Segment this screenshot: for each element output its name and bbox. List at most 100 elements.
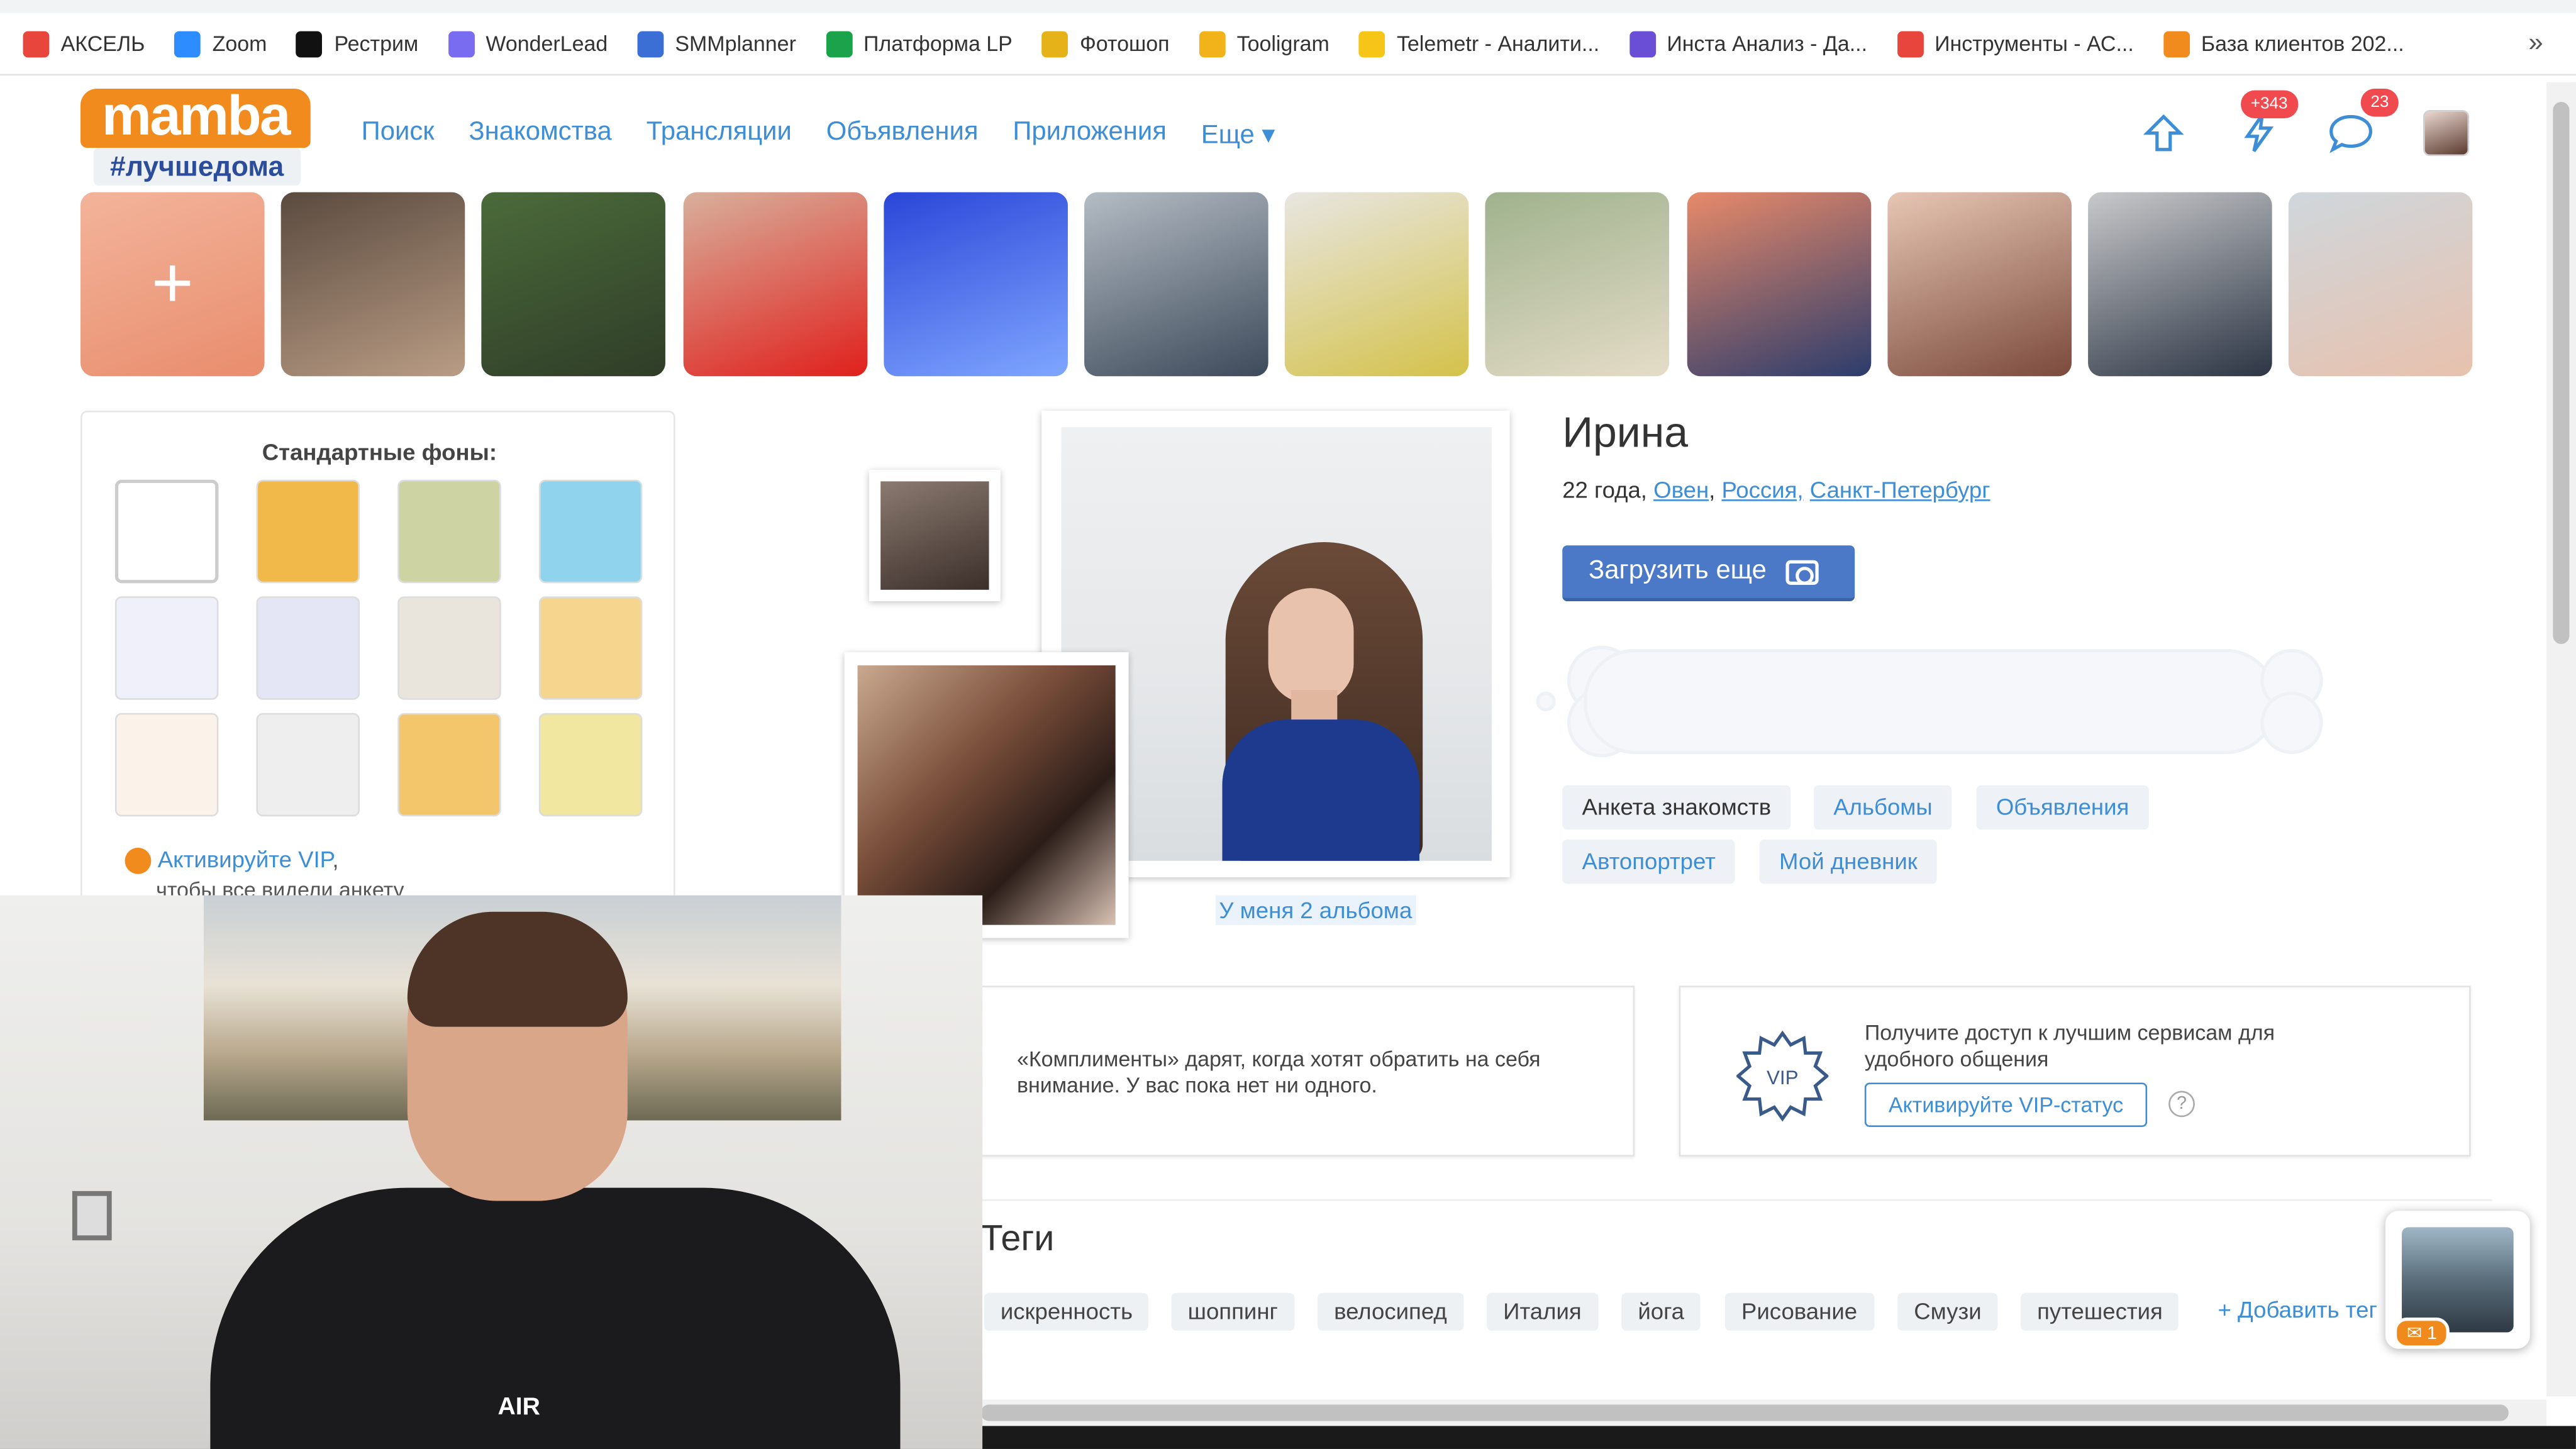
nav-more[interactable]: Еще ▾ xyxy=(1201,118,1275,151)
restream-icon xyxy=(296,30,323,57)
browser-chrome-strip xyxy=(0,0,2576,13)
tab-dating-profile[interactable]: Анкета знакомств xyxy=(1562,785,1791,830)
nav-search[interactable]: Поиск xyxy=(362,118,435,151)
bookmark-item[interactable]: SMMplanner xyxy=(637,30,796,57)
tab-ads[interactable]: Объявления xyxy=(1976,785,2149,830)
vip-activate-line: Активируйте VIP, xyxy=(125,846,339,875)
background-swatch[interactable] xyxy=(538,596,643,700)
background-swatch[interactable] xyxy=(114,479,219,584)
story-thumbnail[interactable] xyxy=(682,192,867,377)
tab-self-portrait[interactable]: Автопортрет xyxy=(1562,839,1736,884)
bookmarks-overflow-button[interactable]: » xyxy=(2528,30,2543,59)
story-thumbnail[interactable] xyxy=(1485,192,1670,377)
tags-title: Теги xyxy=(980,1217,1055,1258)
add-tag-link[interactable]: + Добавить тег xyxy=(2218,1296,2377,1323)
mamba-logo[interactable]: mamba #лучшедома xyxy=(80,89,311,186)
wonderlead-icon xyxy=(448,30,475,57)
background-swatch[interactable] xyxy=(256,479,360,584)
bookmark-item[interactable]: Tooligram xyxy=(1199,30,1330,57)
vip-promo-box: VIP Получите доступ к лучшим сервисам дл… xyxy=(1679,985,2471,1157)
nav-streams[interactable]: Трансляции xyxy=(647,118,792,151)
arrow-up-icon[interactable] xyxy=(2139,112,2188,161)
tag-item[interactable]: велосипед xyxy=(1317,1292,1463,1331)
floating-contact-avatar[interactable]: ✉ 1 xyxy=(2385,1211,2530,1349)
nav-dating[interactable]: Знакомства xyxy=(469,118,611,151)
nav-ads[interactable]: Объявления xyxy=(826,118,979,151)
tab-my-diary[interactable]: Мой дневник xyxy=(1759,839,1938,884)
profile-name: Ирина xyxy=(1562,407,1689,457)
story-thumbnail[interactable] xyxy=(883,192,1068,377)
zodiac-link[interactable]: Овен xyxy=(1653,477,1709,503)
tab-albums[interactable]: Альбомы xyxy=(1813,785,1953,830)
insta-analysis-icon xyxy=(1629,30,1656,57)
thumbnail-photo[interactable] xyxy=(869,470,1001,602)
unread-count: 1 xyxy=(2426,1324,2437,1344)
bookmark-item[interactable]: База клиентов 202... xyxy=(2163,30,2404,57)
help-icon[interactable]: ? xyxy=(2168,1091,2195,1118)
tag-item[interactable]: Рисование xyxy=(1724,1292,1874,1331)
city-link[interactable]: Санкт-Петербург xyxy=(1810,477,1990,503)
nav-apps[interactable]: Приложения xyxy=(1013,118,1167,151)
vip-activate-link[interactable]: Активируйте VIP xyxy=(158,846,333,872)
story-thumbnail[interactable] xyxy=(1084,192,1269,377)
bookmark-item[interactable]: Zoom xyxy=(174,30,267,57)
vip-star-label: VIP xyxy=(1767,1067,1798,1089)
plus-icon: + xyxy=(151,243,194,324)
background-swatch[interactable] xyxy=(114,596,219,700)
upload-more-button[interactable]: Загрузить еще xyxy=(1562,545,1855,602)
lightning-icon[interactable] xyxy=(2235,112,2284,161)
user-avatar[interactable] xyxy=(2423,110,2470,157)
country-link[interactable]: Россия, xyxy=(1721,477,1803,503)
activate-vip-button[interactable]: Активируйте VIP-статус xyxy=(1864,1082,2148,1127)
tag-item[interactable]: Смузи xyxy=(1897,1292,1998,1331)
background-swatch[interactable] xyxy=(397,479,501,584)
bookmark-label: Tooligram xyxy=(1236,31,1330,56)
brush-icon xyxy=(1041,30,1069,57)
background-swatch[interactable] xyxy=(397,713,501,817)
vertical-scroll-thumb[interactable] xyxy=(2553,101,2570,644)
bookmark-item[interactable]: Telemetr - Аналити... xyxy=(1358,30,1599,57)
camera-icon xyxy=(1786,559,1819,584)
story-thumbnail[interactable] xyxy=(281,192,465,377)
story-thumbnail[interactable] xyxy=(2088,192,2272,377)
tag-item[interactable]: путешестия xyxy=(2021,1292,2179,1331)
chat-bubble-icon[interactable] xyxy=(2326,112,2375,161)
presenter-body xyxy=(210,1187,901,1449)
background-swatch[interactable] xyxy=(538,479,643,584)
vertical-scrollbar[interactable] xyxy=(2546,82,2576,1397)
story-thumbnail[interactable] xyxy=(1887,192,2072,377)
horizontal-scrollbar[interactable] xyxy=(980,1399,2546,1426)
tag-item[interactable]: искренность xyxy=(984,1292,1150,1331)
bookmark-label: WonderLead xyxy=(486,31,608,56)
bookmark-label: Фотошоп xyxy=(1079,31,1170,56)
tag-item[interactable]: йога xyxy=(1621,1292,1701,1331)
second-photo-image xyxy=(857,665,1116,925)
story-thumbnail[interactable] xyxy=(2289,192,2473,377)
logo-hashtag: #лучшедома xyxy=(93,148,301,186)
background-swatch[interactable] xyxy=(114,713,219,817)
bookmark-item[interactable]: WonderLead xyxy=(448,30,608,57)
backgrounds-panel: Стандартные фоны: Активируйте VIP, чтобы… xyxy=(80,411,675,904)
bookmark-item[interactable]: Платформа LP xyxy=(825,30,1013,57)
albums-count-link[interactable]: У меня 2 альбома xyxy=(1216,895,1416,925)
status-cloud-placeholder[interactable] xyxy=(1536,644,2324,759)
add-story-button[interactable]: + xyxy=(80,192,265,377)
tags-divider xyxy=(980,1199,2492,1201)
story-thumbnail[interactable] xyxy=(1686,192,1871,377)
bookmark-item[interactable]: Рестрим xyxy=(296,30,418,57)
bookmark-item[interactable]: АКСЕЛЬ xyxy=(23,30,145,57)
background-swatch[interactable] xyxy=(256,596,360,700)
photo-face-shape xyxy=(1268,588,1354,704)
tag-item[interactable]: шоппинг xyxy=(1171,1292,1295,1331)
story-thumbnail[interactable] xyxy=(482,192,666,377)
bookmark-item[interactable]: Инста Анализ - Да... xyxy=(1629,30,1867,57)
background-swatch[interactable] xyxy=(256,713,360,817)
story-thumbnail[interactable] xyxy=(1285,192,1469,377)
background-swatch[interactable] xyxy=(538,713,643,817)
database-icon xyxy=(2163,30,2190,57)
tag-item[interactable]: Италия xyxy=(1487,1292,1598,1331)
horizontal-scroll-thumb[interactable] xyxy=(980,1404,2509,1421)
bookmark-item[interactable]: Фотошоп xyxy=(1041,30,1170,57)
background-swatch[interactable] xyxy=(397,596,501,700)
bookmark-item[interactable]: Инструменты - АС... xyxy=(1897,30,2134,57)
